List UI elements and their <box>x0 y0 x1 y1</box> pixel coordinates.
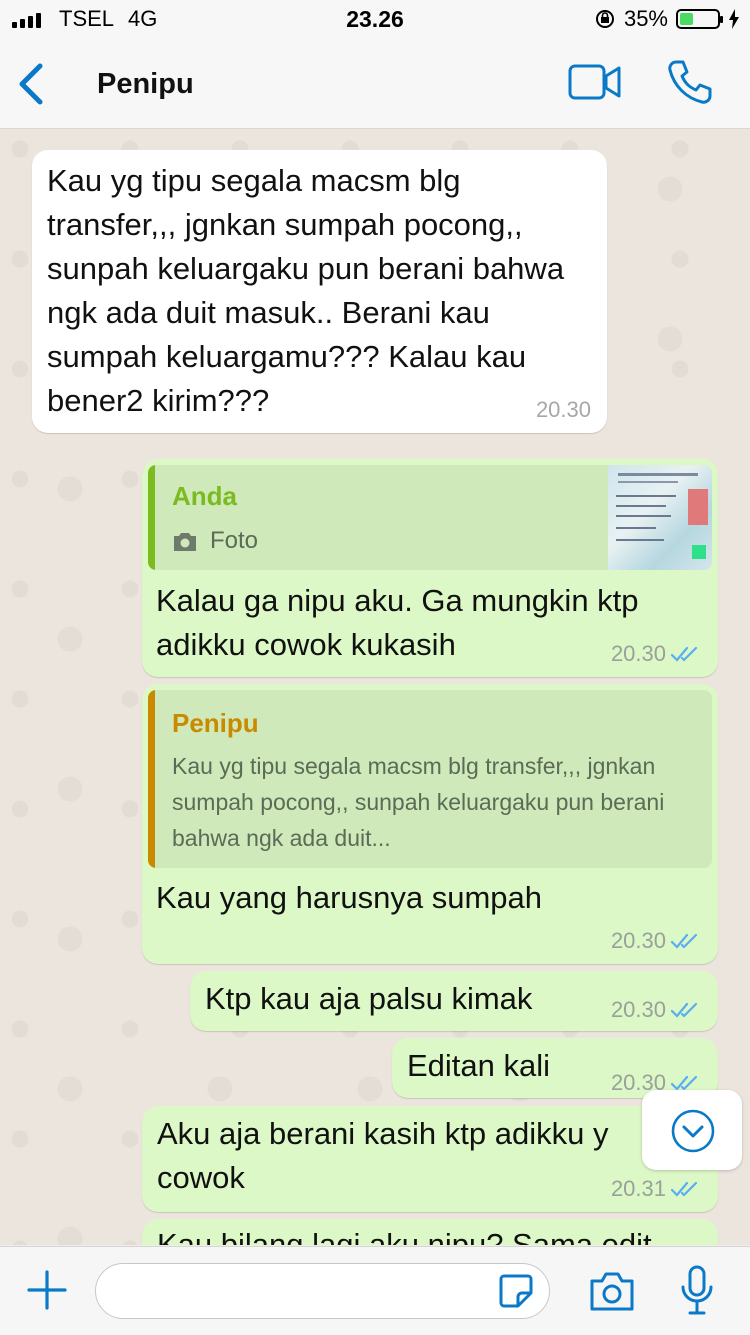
chat-header: Penipu <box>0 40 750 129</box>
read-ticks-icon <box>670 1002 698 1018</box>
read-ticks-icon <box>670 646 698 662</box>
message-meta: 20.30 <box>611 997 702 1023</box>
chevron-left-icon[interactable] <box>12 60 52 108</box>
message-outgoing[interactable]: Kau bilang lagi aku nipu? Sama edit <box>142 1219 718 1245</box>
message-input[interactable] <box>95 1263 550 1319</box>
quote-bar <box>148 690 155 868</box>
quote-text: Foto <box>210 527 259 554</box>
message-text: Aku aja berani kasih ktp adikku y cowok <box>157 1116 609 1195</box>
read-ticks-icon <box>670 933 698 949</box>
contact-name[interactable]: Penipu <box>97 68 194 101</box>
message-time: 20.30 <box>610 997 666 1022</box>
charging-icon <box>729 9 739 29</box>
quote-sender: Penipu <box>172 708 259 738</box>
message-outgoing[interactable]: Editan kali 20.30 <box>392 1038 718 1098</box>
reply-quote[interactable]: Penipu Kau yg tipu segala macsm blg tran… <box>148 690 712 868</box>
message-time: 20.30 <box>610 641 666 666</box>
message-outgoing[interactable]: Anda Foto Kalau ga nipu aku. Ga mungkin … <box>142 459 718 677</box>
message-text: Kau bilang lagi aku nipu? Sama edit <box>157 1227 652 1245</box>
message-time: 20.30 <box>535 397 591 422</box>
message-text: Ktp kau aja palsu kimak <box>205 981 533 1016</box>
message-outgoing[interactable]: Penipu Kau yg tipu segala macsm blg tran… <box>142 684 718 964</box>
input-bar <box>0 1246 750 1335</box>
phone-icon[interactable] <box>666 58 714 106</box>
plus-icon[interactable] <box>26 1269 68 1311</box>
message-time: 20.30 <box>610 928 666 953</box>
battery-icon <box>676 9 723 29</box>
video-call-icon[interactable] <box>568 62 622 102</box>
chevron-down-circle-icon <box>671 1109 715 1153</box>
orientation-lock-icon <box>595 10 614 28</box>
chat-area[interactable]: Kau yg tipu segala macsm blg transfer,,,… <box>0 129 750 1245</box>
status-right: 35% <box>594 6 740 32</box>
quote-text: Kau yg tipu segala macsm blg transfer,,,… <box>172 753 665 851</box>
battery-percent: 35% <box>623 6 668 31</box>
message-meta: 20.30 <box>536 397 591 423</box>
reply-quote[interactable]: Anda Foto <box>148 465 712 570</box>
message-meta: 20.31 <box>611 1176 702 1202</box>
message-outgoing[interactable]: Ktp kau aja palsu kimak 20.30 <box>190 971 718 1031</box>
message-meta: 20.30 <box>611 641 702 667</box>
message-time: 20.31 <box>610 1176 666 1201</box>
message-meta: 20.30 <box>611 928 702 954</box>
camera-icon <box>174 533 196 551</box>
message-text: Kau yg tipu segala macsm blg transfer,,,… <box>47 163 565 418</box>
camera-icon[interactable] <box>588 1269 636 1313</box>
microphone-icon[interactable] <box>680 1265 714 1317</box>
quote-bar <box>148 465 155 570</box>
sticker-icon[interactable] <box>498 1273 534 1309</box>
message-incoming[interactable]: Kau yg tipu segala macsm blg transfer,,,… <box>32 150 607 433</box>
message-outgoing[interactable]: Aku aja berani kasih ktp adikku y cowok … <box>142 1106 718 1212</box>
quote-sender: Anda <box>172 481 237 511</box>
message-text: Kau yang harusnya sumpah <box>156 880 543 915</box>
message-text: Editan kali <box>407 1048 551 1083</box>
ktp-thumbnail <box>608 465 712 570</box>
read-ticks-icon <box>670 1181 698 1197</box>
status-bar: TSEL 4G 23.26 35% <box>0 0 750 40</box>
scroll-to-bottom-button[interactable] <box>642 1090 742 1170</box>
